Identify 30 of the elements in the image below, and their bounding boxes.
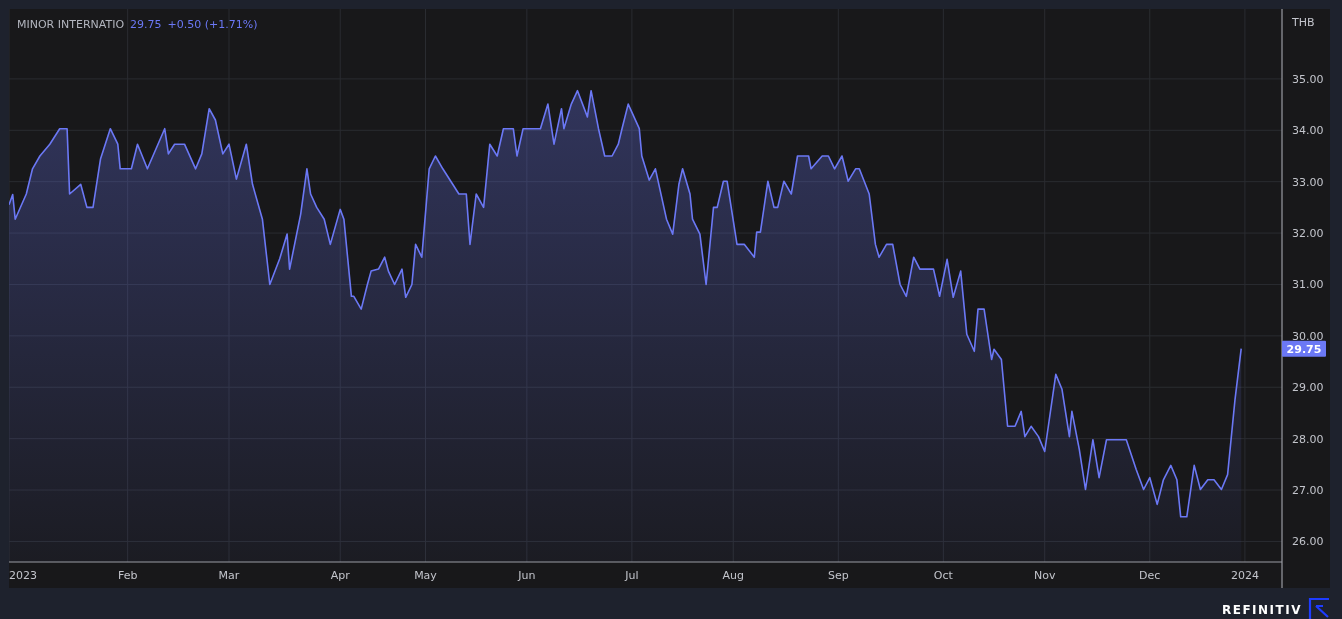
brand-name: REFINITIV	[1221, 603, 1302, 619]
y-axis-label: 30.00	[1292, 329, 1324, 343]
y-axis-label: 31.00	[1292, 278, 1324, 292]
x-axis-label: 2024	[1230, 569, 1259, 582]
currency-label: THB	[1292, 16, 1315, 29]
last-price: 29.75	[130, 18, 162, 31]
y-axis-label: 35.00	[1292, 72, 1324, 86]
y-axis-label: 28.00	[1292, 432, 1324, 446]
x-axis-label: Oct	[933, 569, 953, 582]
x-axis-label: Aug	[722, 569, 744, 582]
x-axis-label: Jun	[518, 569, 536, 582]
y-axis-label: 27.00	[1292, 484, 1324, 498]
y-axis-label: 29.00	[1292, 381, 1324, 395]
y-axis-label: 26.00	[1292, 535, 1324, 549]
x-axis-label: Jul	[625, 569, 639, 582]
x-axis-label: May	[414, 569, 437, 582]
x-axis-label: Feb	[117, 569, 138, 582]
x-axis-label: Mar	[218, 569, 240, 582]
y-axis-label: 34.00	[1292, 124, 1324, 138]
y-axis-label: 33.00	[1292, 175, 1324, 189]
x-axis-label: Apr	[330, 569, 350, 582]
price-change: +0.50 (+1.71%)	[167, 18, 258, 31]
y-axis-label: 32.00	[1292, 227, 1324, 241]
x-axis-label: Nov	[1033, 569, 1056, 582]
last-price-badge: 29.75	[1282, 340, 1326, 357]
x-axis-label: Dec	[1139, 569, 1161, 582]
instrument-name: MINOR INTERNATIO	[17, 18, 125, 31]
x-axis-label: Sep	[827, 569, 849, 582]
x-axis-label: 2023	[9, 569, 37, 582]
bracket-arrow-icon	[1308, 597, 1330, 619]
